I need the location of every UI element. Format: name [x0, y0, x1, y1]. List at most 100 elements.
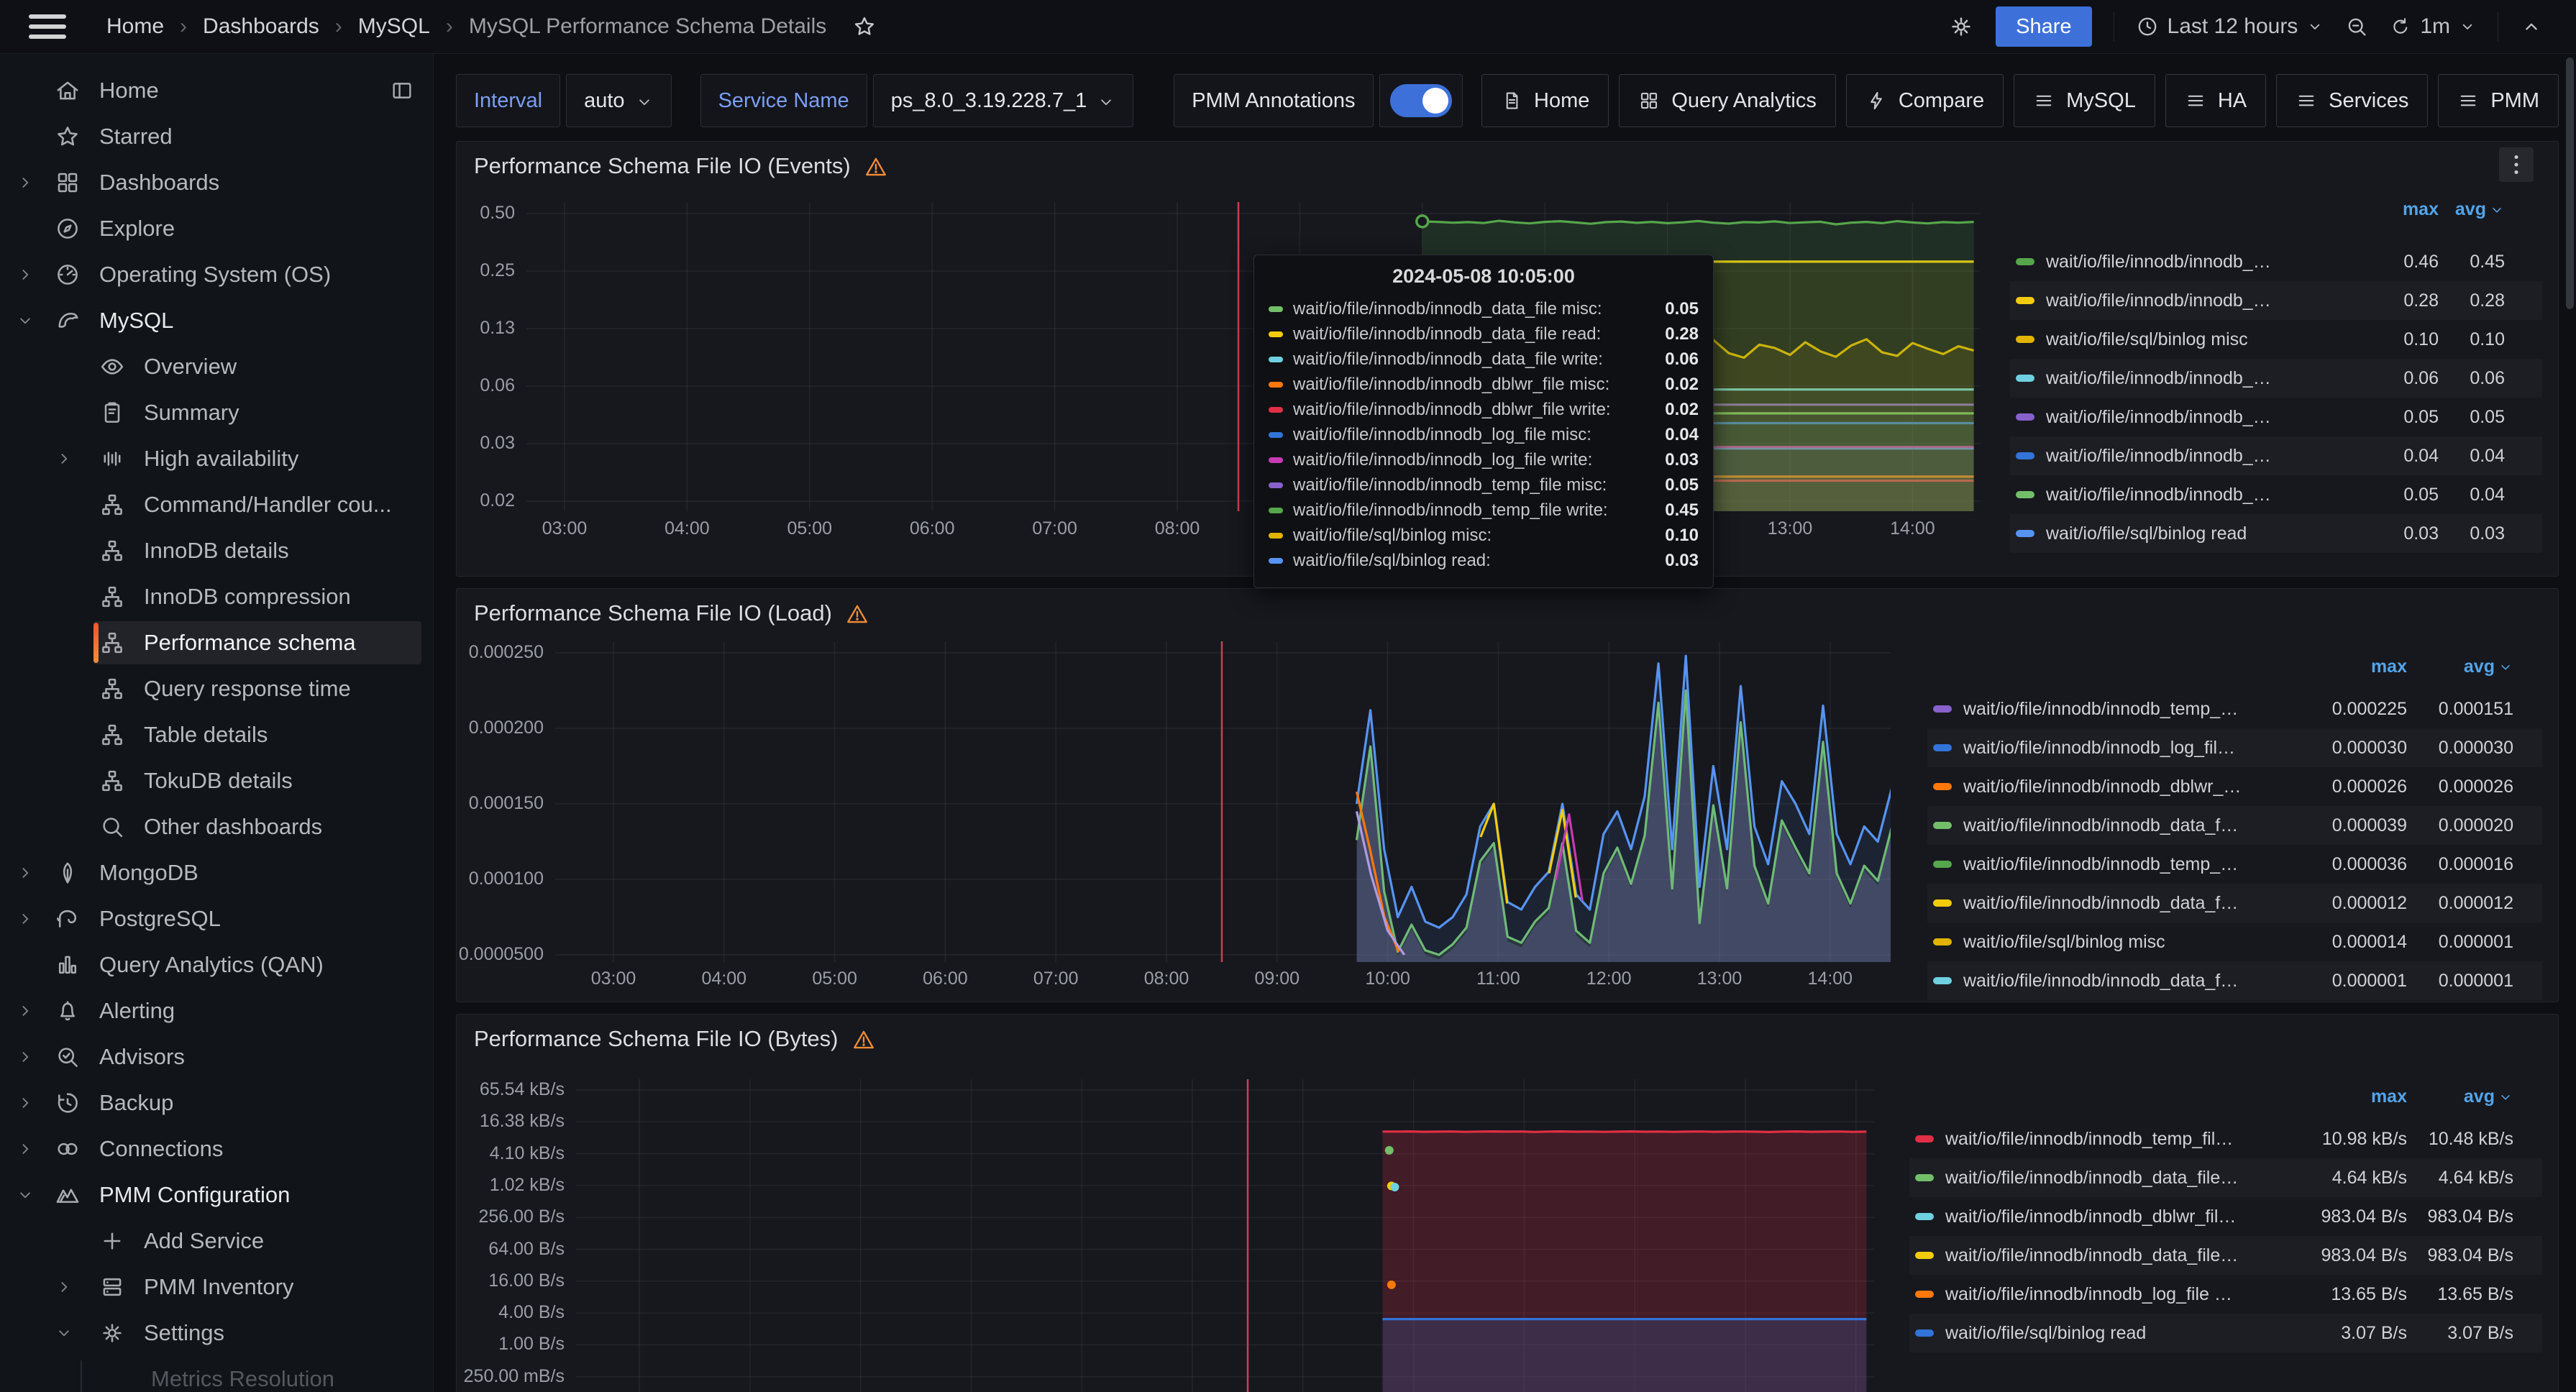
sidebar-item-add-service[interactable]: Add Service [0, 1218, 433, 1264]
chevron-right-icon[interactable] [16, 864, 35, 882]
collapse-topbar-caret-icon[interactable] [2520, 15, 2543, 38]
chevron-right-icon[interactable] [16, 265, 35, 284]
sidebar-item-command-handler-cou-[interactable]: Command/Handler cou... [0, 482, 433, 528]
chevron-right-icon[interactable] [16, 1140, 35, 1158]
warning-icon[interactable] [851, 1027, 876, 1052]
sidebar-item-pmm-inventory[interactable]: PMM Inventory [0, 1264, 433, 1310]
sidebar-item-connections[interactable]: Connections [0, 1126, 433, 1172]
legend-series-label[interactable]: wait/io/file/innodb/innodb_data_file wri… [1945, 1245, 2242, 1266]
legend-series-label[interactable]: wait/io/file/innodb/innodb_dblwr_file mi… [1963, 777, 2242, 797]
sidebar-item-table-details[interactable]: Table details [0, 712, 433, 758]
legend-series-label[interactable]: wait/io/file/innodb/innodb_data_file mis… [2046, 485, 2273, 505]
breadcrumb-item[interactable]: MySQL [358, 14, 430, 39]
interval-select[interactable]: auto [566, 74, 671, 127]
toolbar-button-pmm[interactable]: PMM [2438, 74, 2559, 127]
chevron-right-icon[interactable] [16, 910, 35, 928]
advisor-icon [55, 1044, 81, 1070]
legend-series-label[interactable]: wait/io/file/innodb/innodb_temp_file mis… [2046, 407, 2273, 428]
breadcrumb-item[interactable]: Dashboards [203, 14, 319, 39]
warning-icon[interactable] [845, 602, 869, 626]
legend-series-label[interactable]: wait/io/file/innodb/innodb_log_file misc [1963, 738, 2242, 759]
sidebar-item-label: MySQL [99, 308, 173, 334]
legend-series-label[interactable]: wait/io/file/innodb/innodb_temp_file wri… [1945, 1129, 2242, 1150]
page-scrollbar[interactable] [2566, 58, 2574, 309]
sidebar-item-metrics-resolution[interactable]: Metrics Resolution [0, 1356, 433, 1392]
sidebar-item-innodb-details[interactable]: InnoDB details [0, 528, 433, 574]
refresh-button[interactable]: 1m [2390, 14, 2476, 39]
favorite-star-icon[interactable] [848, 14, 881, 40]
legend-series-label[interactable]: wait/io/file/innodb/innodb_dblwr_file wr… [1945, 1206, 2242, 1227]
legend-sort-avg[interactable]: avg [2427, 656, 2513, 677]
sidebar-item-settings[interactable]: Settings [0, 1310, 433, 1356]
sidebar-item-query-analytics-qan-[interactable]: Query Analytics (QAN) [0, 942, 433, 988]
breadcrumb-item[interactable]: Home [106, 14, 164, 39]
toolbar-button-compare[interactable]: Compare [1846, 74, 2004, 127]
pmm-annotations-toggle[interactable] [1390, 84, 1452, 117]
sidebar-item-innodb-compression[interactable]: InnoDB compression [0, 574, 433, 620]
legend-series-label[interactable]: wait/io/file/innodb/innodb_data_file rea… [1963, 893, 2242, 914]
service-name-select[interactable]: ps_8.0_3.19.228.7_1 [873, 74, 1134, 127]
chevron-right-icon[interactable] [55, 449, 73, 468]
sidebar-item-dashboards[interactable]: Dashboards [0, 160, 433, 206]
legend-series-label[interactable]: wait/io/file/innodb/innodb_temp_file wri… [1963, 854, 2242, 875]
chevron-right-icon[interactable] [16, 1002, 35, 1020]
sidebar-item-other-dashboards[interactable]: Other dashboards [0, 804, 433, 850]
toolbar-button-services[interactable]: Services [2276, 74, 2428, 127]
legend-series-label[interactable]: wait/io/file/innodb/innodb_data_file wri… [2046, 368, 2273, 389]
legend-sort-max[interactable]: max [2321, 656, 2407, 677]
chevron-down-icon[interactable] [55, 1324, 73, 1342]
sidebar-item-backup[interactable]: Backup [0, 1080, 433, 1126]
sidebar-item-performance-schema[interactable]: Performance schema [0, 620, 433, 666]
toolbar-button-mysql[interactable]: MySQL [2014, 74, 2155, 127]
chevron-down-icon[interactable] [16, 311, 35, 330]
sidebar-item-advisors[interactable]: Advisors [0, 1034, 433, 1080]
breadcrumb-item[interactable]: MySQL Performance Schema Details [469, 14, 826, 39]
panel-menu-kebab-icon[interactable] [2499, 147, 2534, 182]
sidebar-item-summary[interactable]: Summary [0, 390, 433, 436]
menu-toggle-button[interactable] [29, 14, 66, 39]
dashboard-settings-gear-icon[interactable] [1948, 14, 1974, 40]
sidebar-item-mongodb[interactable]: MongoDB [0, 850, 433, 896]
legend-series-label[interactable]: wait/io/file/innodb/innodb_data_file mis… [1963, 815, 2242, 836]
sidebar-item-starred[interactable]: Starred [0, 114, 433, 160]
dock-sidebar-icon[interactable] [390, 78, 414, 103]
legend-series-label[interactable]: wait/io/file/sql/binlog misc [2046, 329, 2273, 350]
sidebar-item-pmm-configuration[interactable]: PMM Configuration [0, 1172, 433, 1218]
warning-icon[interactable] [864, 155, 888, 179]
legend-series-label[interactable]: wait/io/file/innodb/innodb_data_file wri… [1963, 971, 2242, 992]
sidebar-item-tokudb-details[interactable]: TokuDB details [0, 758, 433, 804]
sidebar-item-postgresql[interactable]: PostgreSQL [0, 896, 433, 942]
legend-series-label[interactable]: wait/io/file/innodb/innodb_log_file misc [2046, 446, 2273, 467]
chevron-right-icon[interactable] [55, 1278, 73, 1296]
legend-series-label[interactable]: wait/io/file/innodb/innodb_data_file rea… [1945, 1168, 2242, 1189]
sidebar-item-alerting[interactable]: Alerting [0, 988, 433, 1034]
sidebar-item-overview[interactable]: Overview [0, 344, 433, 390]
toolbar-button-ha[interactable]: HA [2165, 74, 2266, 127]
legend-series-label[interactable]: wait/io/file/sql/binlog read [1945, 1323, 2242, 1344]
toolbar-button-home[interactable]: Home [1481, 74, 1609, 127]
legend-series-label[interactable]: wait/io/file/innodb/innodb_log_file writ… [1945, 1284, 2242, 1305]
legend-series-label[interactable]: wait/io/file/sql/binlog read [2046, 523, 2273, 544]
compass-icon [55, 216, 81, 242]
legend-series-label[interactable]: wait/io/file/innodb/innodb_data_file rea… [2046, 290, 2273, 311]
zoom-out-icon[interactable] [2345, 15, 2368, 38]
chevron-down-icon[interactable] [16, 1186, 35, 1204]
share-button[interactable]: Share [1996, 6, 2091, 47]
sidebar-item-high-availability[interactable]: High availability [0, 436, 433, 482]
sidebar-item-home[interactable]: Home [0, 68, 433, 114]
sidebar-item-query-response-time[interactable]: Query response time [0, 666, 433, 712]
time-range-picker[interactable]: Last 12 hours [2136, 14, 2324, 39]
legend-series-label[interactable]: wait/io/file/innodb/innodb_temp_file wri… [2046, 252, 2273, 273]
chevron-right-icon[interactable] [16, 173, 35, 192]
sidebar-item-operating-system-os-[interactable]: Operating System (OS) [0, 252, 433, 298]
chevron-right-icon[interactable] [16, 1094, 35, 1112]
legend-sort-avg[interactable]: avg [2419, 199, 2505, 220]
legend-sort-max[interactable]: max [2321, 1086, 2407, 1107]
sidebar-item-mysql[interactable]: MySQL [0, 298, 433, 344]
toolbar-button-query-analytics[interactable]: Query Analytics [1619, 74, 1835, 127]
chevron-right-icon[interactable] [16, 1048, 35, 1066]
sidebar-item-explore[interactable]: Explore [0, 206, 433, 252]
legend-series-label[interactable]: wait/io/file/sql/binlog misc [1963, 932, 2242, 953]
legend-sort-avg[interactable]: avg [2427, 1086, 2513, 1107]
legend-series-label[interactable]: wait/io/file/innodb/innodb_temp_file mis… [1963, 699, 2242, 720]
